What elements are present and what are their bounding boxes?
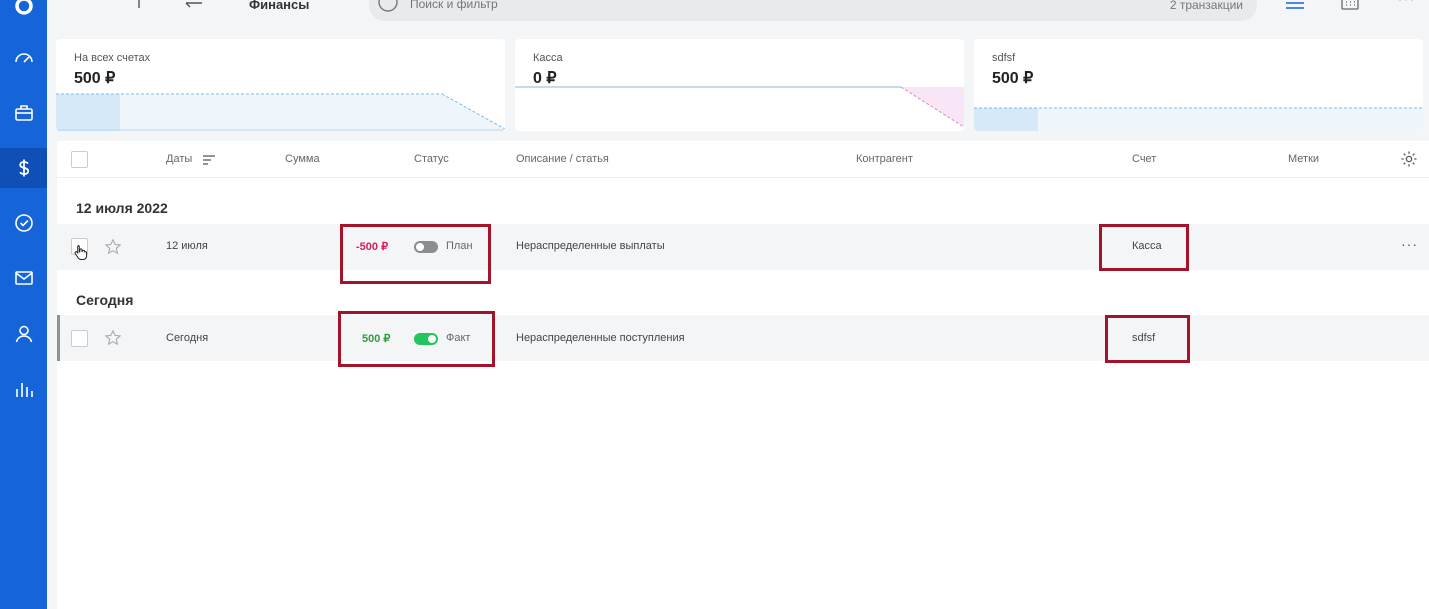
hand-cursor-icon	[74, 244, 88, 265]
transaction-count: 2 транзакции	[1169, 0, 1243, 12]
select-all-checkbox[interactable]	[71, 151, 88, 168]
highlight-box-amount-status	[340, 224, 491, 284]
column-counterparty[interactable]: Контрагент	[856, 153, 913, 165]
highlight-box-amount-status	[338, 311, 495, 367]
settings-gear-icon[interactable]	[1400, 150, 1418, 173]
mail-icon[interactable]	[0, 258, 47, 298]
top-bar: Финансы 2 транзакции	[47, 0, 1429, 30]
table-header: Даты Сумма Статус Описание / статья Конт…	[57, 141, 1429, 178]
app-logo-icon[interactable]	[0, 0, 47, 26]
column-tags[interactable]: Метки	[1288, 153, 1319, 165]
column-amount[interactable]: Сумма	[285, 153, 320, 165]
card-label: Касса	[533, 52, 563, 64]
search-icon	[375, 0, 401, 20]
dashboard-icon[interactable]	[0, 38, 47, 78]
add-icon[interactable]	[128, 0, 150, 8]
row-date: Сегодня	[166, 332, 209, 344]
row-description[interactable]: Нераспределенные поступления	[516, 332, 685, 344]
transactions-table: Даты Сумма Статус Описание / статья Конт…	[57, 141, 1429, 609]
sort-icon[interactable]	[202, 153, 216, 171]
table-row[interactable]: Сегодня 500 ₽ Факт Нераспределенные пост…	[57, 315, 1429, 361]
menu-collapse-icon[interactable]	[72, 0, 94, 6]
card-label: sdfsf	[992, 52, 1016, 64]
list-view-icon[interactable]	[1284, 0, 1306, 9]
balance-chart	[515, 86, 964, 128]
page-title: Финансы	[249, 0, 310, 12]
highlight-box-account	[1099, 224, 1189, 271]
star-icon[interactable]	[104, 329, 122, 352]
search-input[interactable]	[410, 0, 810, 11]
card-balance: 0 ₽	[533, 70, 557, 87]
calendar-view-icon[interactable]	[1339, 0, 1361, 10]
reports-chart-icon[interactable]	[0, 369, 47, 409]
more-options-icon[interactable]	[1395, 0, 1417, 8]
row-checkbox[interactable]	[71, 330, 88, 347]
finance-dollar-icon[interactable]	[0, 148, 47, 188]
column-description[interactable]: Описание / статья	[516, 153, 609, 165]
row-date: 12 июля	[166, 240, 208, 252]
briefcase-icon[interactable]	[0, 93, 47, 133]
group-title: Сегодня	[76, 292, 134, 308]
balance-chart	[974, 107, 1423, 131]
transfer-arrows-icon[interactable]	[183, 0, 205, 8]
contacts-person-icon[interactable]	[0, 314, 47, 354]
search-bar[interactable]: 2 транзакции	[369, 0, 1257, 21]
row-more-icon[interactable]: ···	[1401, 236, 1418, 252]
account-card-all[interactable]: На всех счетах 500 ₽	[56, 39, 505, 131]
row-description[interactable]: Нераспределенные выплаты	[516, 240, 665, 252]
highlight-box-account	[1105, 315, 1190, 363]
table-row[interactable]: 12 июля -500 ₽ План Нераспределенные вып…	[57, 224, 1429, 270]
card-label: На всех счетах	[74, 52, 151, 64]
star-icon[interactable]	[104, 238, 122, 261]
account-card-kassa[interactable]: Касса 0 ₽	[515, 39, 964, 131]
tasks-check-icon[interactable]	[0, 203, 47, 243]
column-status[interactable]: Статус	[414, 153, 449, 165]
column-dates[interactable]: Даты	[166, 153, 192, 165]
card-balance: 500 ₽	[74, 70, 116, 87]
column-account[interactable]: Счет	[1132, 153, 1156, 165]
card-balance: 500 ₽	[992, 70, 1034, 87]
sidebar	[0, 0, 47, 609]
group-title: 12 июля 2022	[76, 200, 168, 216]
account-card-sdfsf[interactable]: sdfsf 500 ₽	[974, 39, 1423, 131]
